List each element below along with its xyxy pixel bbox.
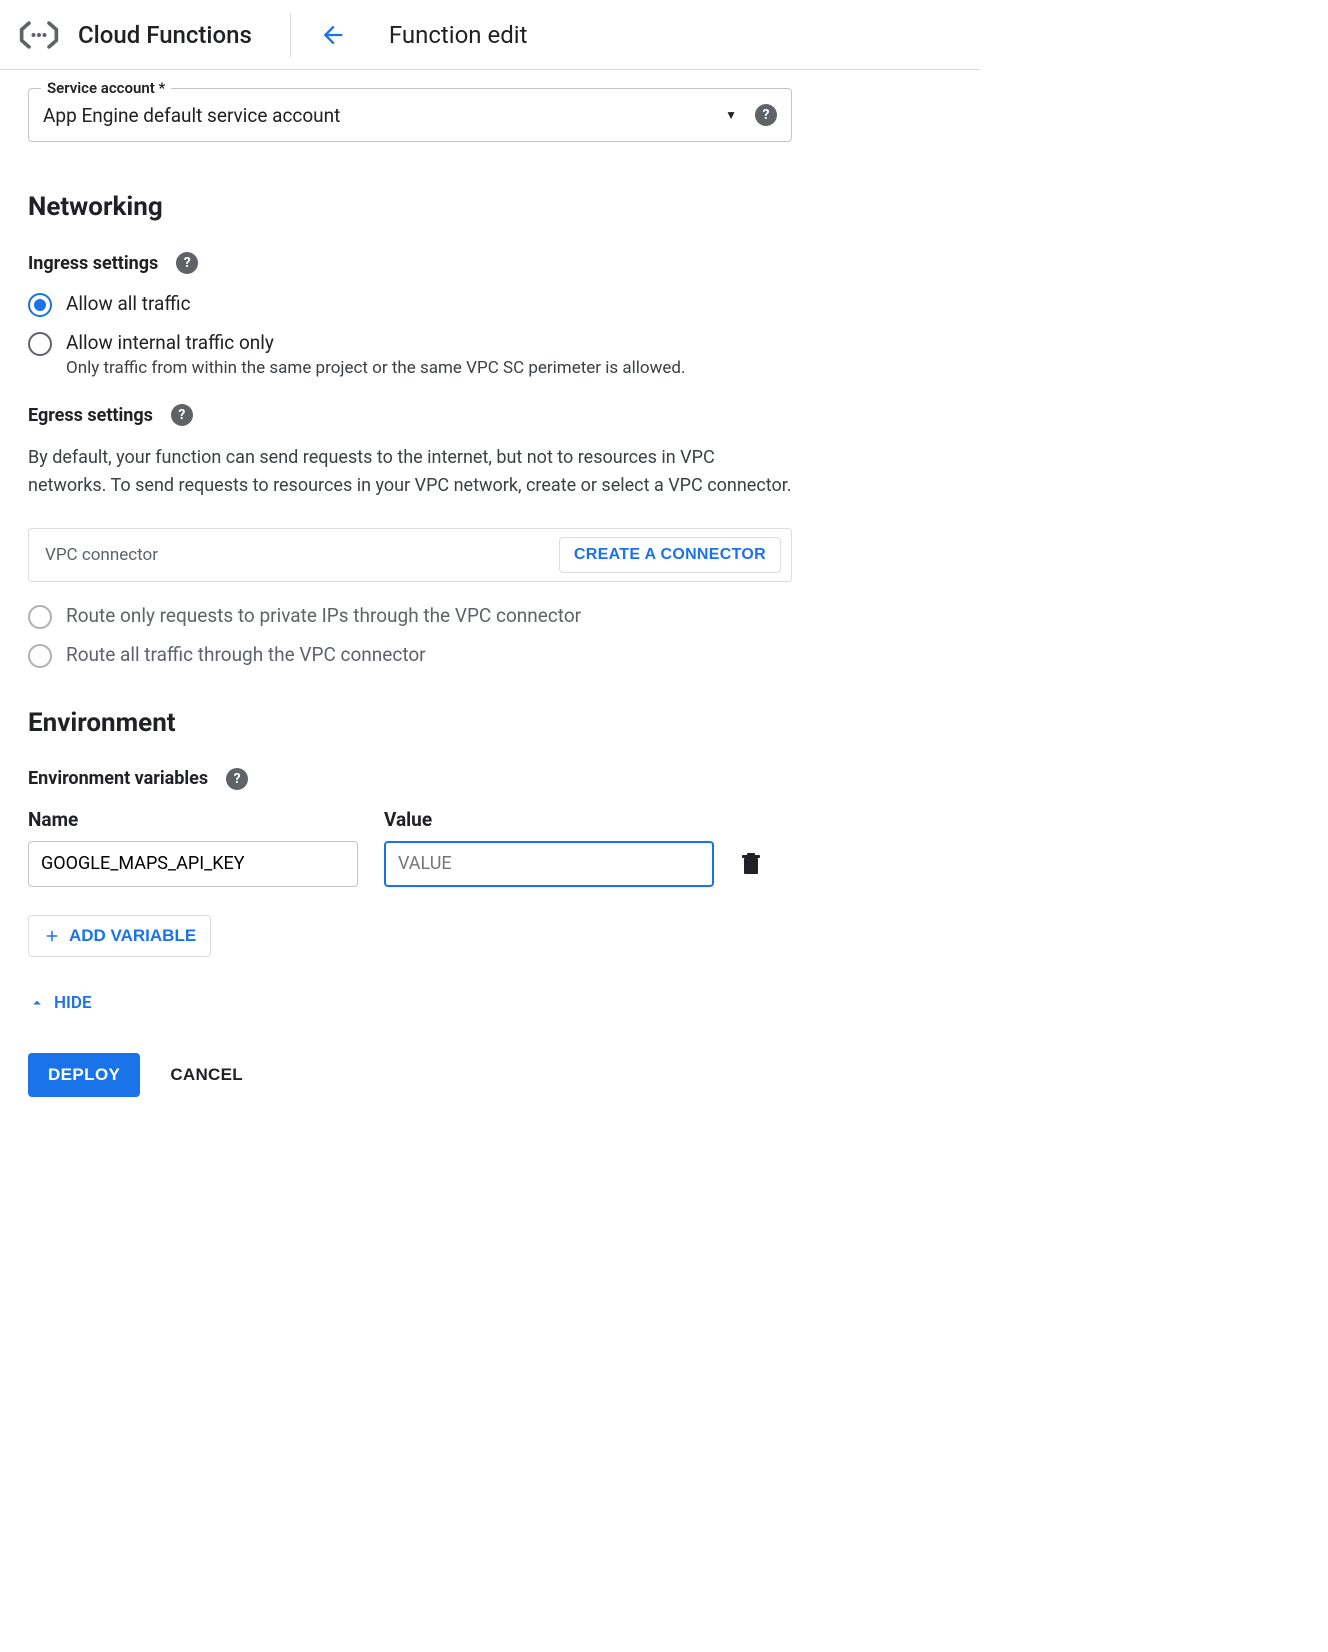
radio-icon[interactable] — [28, 293, 52, 317]
cloud-functions-icon — [18, 14, 60, 56]
help-icon[interactable]: ? — [171, 404, 193, 426]
hide-label: HIDE — [54, 993, 92, 1013]
service-account-value: App Engine default service account — [43, 104, 725, 127]
vpc-connector-field[interactable]: VPC connector CREATE A CONNECTOR — [28, 528, 792, 582]
help-icon[interactable]: ? — [226, 768, 248, 790]
hide-toggle[interactable]: HIDE — [28, 993, 792, 1013]
radio-icon[interactable] — [28, 332, 52, 356]
help-icon[interactable]: ? — [176, 252, 198, 274]
delete-icon[interactable] — [740, 853, 762, 875]
top-bar: Cloud Functions Function edit — [0, 0, 980, 70]
environment-heading: Environment — [28, 708, 792, 738]
dropdown-caret-icon: ▼ — [725, 108, 737, 122]
service-account-select[interactable]: Service account * App Engine default ser… — [28, 88, 792, 142]
deploy-button[interactable]: DEPLOY — [28, 1053, 140, 1097]
egress-description: By default, your function can send reque… — [28, 444, 792, 500]
env-vars-label: Environment variables — [28, 768, 208, 789]
egress-option-private-ips: Route only requests to private IPs throu… — [28, 604, 792, 629]
env-name-input[interactable] — [28, 841, 358, 887]
radio-icon — [28, 605, 52, 629]
radio-label: Allow all traffic — [66, 292, 191, 315]
service-account-label: Service account * — [41, 79, 171, 97]
add-variable-button[interactable]: ADD VARIABLE — [28, 915, 211, 957]
ingress-option-internal-only[interactable]: Allow internal traffic only Only traffic… — [28, 331, 792, 378]
egress-settings-label: Egress settings — [28, 405, 153, 426]
env-value-input[interactable] — [384, 841, 714, 887]
networking-heading: Networking — [28, 192, 792, 222]
plus-icon — [43, 927, 61, 945]
env-name-column: Name — [28, 808, 358, 831]
chevron-up-icon — [28, 994, 46, 1012]
cancel-button[interactable]: CANCEL — [170, 1065, 243, 1085]
help-icon[interactable]: ? — [755, 104, 777, 126]
divider — [290, 13, 291, 57]
env-var-row — [28, 841, 792, 887]
back-arrow-icon[interactable] — [319, 21, 347, 49]
radio-label: Route all traffic through the VPC connec… — [66, 643, 426, 666]
ingress-settings-label: Ingress settings — [28, 253, 158, 274]
radio-sublabel: Only traffic from within the same projec… — [66, 358, 685, 378]
radio-label: Route only requests to private IPs throu… — [66, 604, 581, 627]
ingress-option-allow-all[interactable]: Allow all traffic — [28, 292, 792, 317]
vpc-connector-placeholder: VPC connector — [45, 545, 549, 565]
radio-label: Allow internal traffic only — [66, 331, 685, 354]
page-title: Function edit — [389, 21, 528, 49]
egress-option-all-traffic: Route all traffic through the VPC connec… — [28, 643, 792, 668]
env-value-column: Value — [384, 808, 714, 831]
product-title: Cloud Functions — [78, 21, 252, 49]
add-variable-label: ADD VARIABLE — [69, 926, 196, 946]
radio-icon — [28, 644, 52, 668]
create-connector-button[interactable]: CREATE A CONNECTOR — [559, 537, 781, 573]
